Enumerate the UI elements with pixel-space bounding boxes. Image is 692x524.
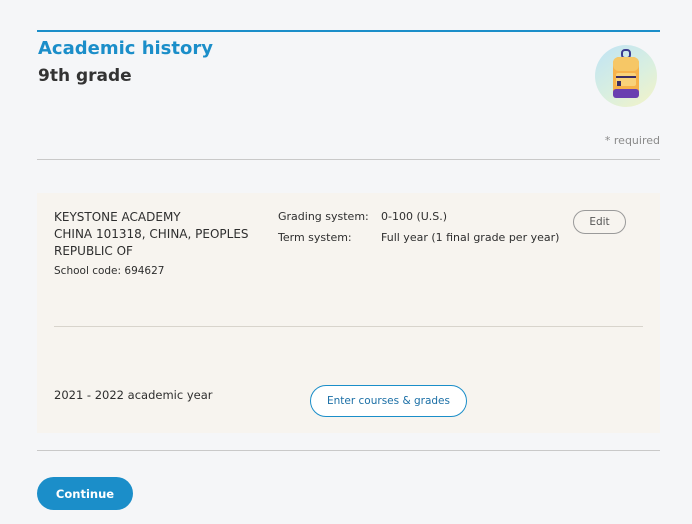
grading-system-label: Grading system: (278, 210, 369, 223)
divider (37, 159, 660, 160)
school-name-line: REPUBLIC OF (54, 244, 133, 258)
continue-button[interactable]: Continue (37, 477, 133, 510)
term-system-value: Full year (1 final grade per year) (381, 231, 560, 244)
page-title: Academic history (38, 38, 213, 59)
school-card: KEYSTONE ACADEMY CHINA 101318, CHINA, PE… (37, 193, 660, 433)
avatar (595, 45, 657, 107)
required-note: * required (604, 134, 660, 147)
academic-year-label: 2021 - 2022 academic year (54, 388, 213, 402)
divider (37, 450, 660, 451)
school-code: School code: 694627 (54, 265, 165, 277)
school-name: KEYSTONE ACADEMY CHINA 101318, CHINA, PE… (54, 209, 264, 260)
backpack-icon (613, 49, 639, 98)
term-system-label: Term system: (278, 231, 352, 244)
school-name-line: KEYSTONE ACADEMY (54, 210, 181, 224)
edit-button[interactable]: Edit (573, 210, 626, 234)
grading-system-value: 0-100 (U.S.) (381, 210, 448, 223)
grade-subtitle: 9th grade (38, 66, 132, 86)
header-accent-rule (37, 30, 660, 32)
school-name-line: CHINA 101318, CHINA, PEOPLES (54, 227, 249, 241)
enter-courses-grades-button[interactable]: Enter courses & grades (310, 385, 467, 417)
card-divider (54, 326, 643, 327)
